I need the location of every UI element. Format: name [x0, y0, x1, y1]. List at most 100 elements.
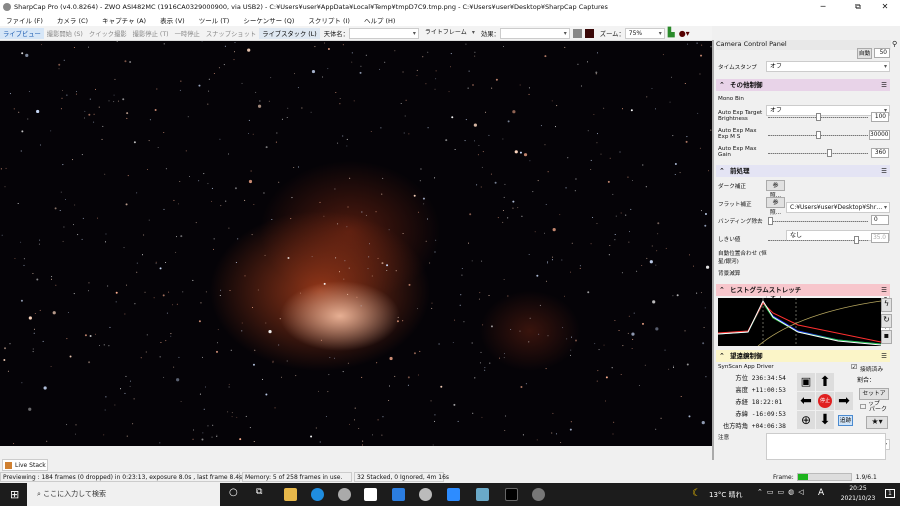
max-exp-slider[interactable]: [768, 131, 868, 139]
slider-thumb[interactable]: [853, 236, 859, 244]
target-select[interactable]: [348, 27, 419, 39]
mail-icon[interactable]: [392, 488, 405, 501]
ime-indicator[interactable]: A: [818, 488, 824, 498]
zoom-app-icon[interactable]: [447, 488, 460, 501]
max-gain-value[interactable]: 360: [871, 148, 889, 158]
app-icon-circle[interactable]: [338, 488, 351, 501]
edge-icon[interactable]: [311, 488, 324, 501]
star: [7, 370, 9, 372]
search-box[interactable]: ⌕ ここに入力して検索: [27, 483, 220, 506]
preprocess-section-header[interactable]: 前処理 ☰: [716, 165, 890, 177]
target-brightness-slider[interactable]: [768, 113, 868, 121]
frame-type-select[interactable]: ライトフレーム: [422, 28, 477, 39]
slider-thumb[interactable]: [826, 149, 832, 157]
color-swatch-dark[interactable]: [584, 28, 594, 38]
threshold-value[interactable]: 35.0: [871, 233, 889, 243]
pin-icon[interactable]: ⚲: [892, 40, 897, 48]
auto-stretch-icon[interactable]: ϟ: [881, 298, 892, 312]
stop-button[interactable]: 停止: [816, 392, 834, 410]
timestamp-select[interactable]: オフ: [766, 61, 890, 72]
effect-select[interactable]: [499, 27, 570, 39]
task-view-icon[interactable]: ⧉: [256, 487, 262, 497]
file-explorer-icon[interactable]: [284, 488, 297, 501]
menu-sequencer[interactable]: シーケンサー (Q): [243, 15, 294, 25]
zoom-select[interactable]: 75%: [624, 27, 665, 39]
notepad-icon[interactable]: [476, 488, 489, 501]
threshold-slider[interactable]: [768, 236, 868, 244]
spiral-search-icon[interactable]: ▣: [797, 373, 815, 391]
dark-browse-button[interactable]: 参照...: [766, 180, 785, 199]
target-icon[interactable]: ⊕: [797, 411, 815, 429]
color-swatch-grey[interactable]: [572, 28, 582, 38]
menu-capture[interactable]: キャプチャ (A): [102, 15, 146, 25]
mount-section-header[interactable]: 望遠鏡制御 ☰: [716, 350, 890, 362]
star: [325, 416, 327, 418]
quick-capture-button[interactable]: クイック撮影: [86, 28, 130, 39]
misc-section-header[interactable]: その他制御 ☰: [716, 79, 890, 91]
menu-tools[interactable]: ツール (T): [199, 15, 230, 25]
stop-capture-button[interactable]: 撮影停止 (T): [130, 28, 172, 39]
connected-checkbox[interactable]: ☑: [851, 363, 857, 371]
arrow-up-button[interactable]: ⬆: [816, 373, 834, 391]
menu-view[interactable]: 表示 (V): [160, 15, 185, 25]
weather-text[interactable]: 13°C 晴れ: [709, 490, 743, 500]
menu-camera[interactable]: カメラ (C): [57, 15, 88, 25]
menu-icon[interactable]: ☰: [881, 165, 887, 177]
minimize-button[interactable]: ─: [808, 0, 838, 13]
tray-icons[interactable]: ⌃▭▭◍◁: [757, 488, 808, 496]
auto-button[interactable]: 自動: [857, 48, 872, 59]
arrow-down-button[interactable]: ⬇: [816, 411, 834, 429]
histogram-section-header[interactable]: ヒストグラムストレッチ ☰: [716, 284, 890, 296]
clock-date[interactable]: 2021/10/23: [833, 495, 883, 502]
live-stack-button[interactable]: ライブスタック (L): [259, 27, 320, 39]
maximize-button[interactable]: ⧉: [843, 0, 873, 13]
favorites-star-icon[interactable]: ★▾: [866, 416, 888, 429]
star: [262, 378, 264, 380]
slider-thumb[interactable]: [815, 113, 821, 121]
reset-icon[interactable]: ↻: [881, 314, 892, 328]
cortana-icon[interactable]: ○: [229, 487, 238, 498]
paint-icon[interactable]: [419, 488, 432, 501]
flat-browse-button[interactable]: 参照...: [766, 197, 785, 216]
histogram-chart[interactable]: [718, 298, 881, 346]
start-capture-button[interactable]: 撮影開始 (S): [44, 28, 86, 39]
menu-icon[interactable]: ☰: [881, 350, 887, 362]
zoom-tool-icon[interactable]: ●▾: [679, 29, 690, 38]
max-exp-value[interactable]: 30000: [869, 130, 890, 140]
close-button[interactable]: ✕: [870, 0, 900, 13]
top-value[interactable]: 50: [874, 48, 890, 58]
image-viewport[interactable]: [0, 41, 712, 446]
histogram-icon[interactable]: ▙: [668, 28, 675, 38]
snapshot-button[interactable]: スナップショット: [203, 28, 259, 39]
slider-thumb[interactable]: [815, 131, 821, 139]
banding-value[interactable]: 0: [871, 215, 889, 225]
slider-thumb[interactable]: [768, 217, 773, 225]
notes-field[interactable]: [766, 433, 886, 460]
notification-button[interactable]: 1: [885, 489, 895, 498]
menu-file[interactable]: ファイル (F): [6, 15, 43, 25]
setup-button[interactable]: セットアップ: [859, 388, 889, 407]
menu-scripting[interactable]: スクリプト (I): [308, 15, 350, 25]
park-label: パーク: [869, 406, 888, 413]
banding-slider[interactable]: [768, 217, 868, 225]
clock-time[interactable]: 20:25: [838, 485, 878, 492]
tab-live-stack[interactable]: Live Stack: [2, 459, 48, 471]
pause-button[interactable]: 一時停止: [172, 28, 203, 39]
max-gain-label: Auto Exp Max Gain: [718, 146, 757, 158]
menu-icon[interactable]: ☰: [881, 79, 887, 91]
max-gain-slider[interactable]: [768, 149, 868, 157]
store-icon[interactable]: [364, 488, 377, 501]
save-icon[interactable]: ▪: [881, 330, 892, 344]
sharpcap-taskbar-icon[interactable]: [505, 488, 518, 501]
live-view-button[interactable]: ライブビュー: [0, 27, 44, 39]
arrow-right-button[interactable]: ➡: [835, 392, 853, 410]
track-button[interactable]: 追跡: [838, 415, 853, 426]
park-checkbox[interactable]: ☐: [860, 403, 866, 411]
target-brightness-value[interactable]: 100: [871, 112, 889, 122]
star: [491, 87, 493, 89]
arrow-left-button[interactable]: ⬅: [797, 392, 815, 410]
menu-icon[interactable]: ☰: [881, 284, 887, 296]
windows-start-icon[interactable]: ⊞: [10, 488, 19, 501]
menu-help[interactable]: ヘルプ (H): [364, 15, 396, 25]
app-taskbar-icon-active[interactable]: [532, 488, 545, 501]
